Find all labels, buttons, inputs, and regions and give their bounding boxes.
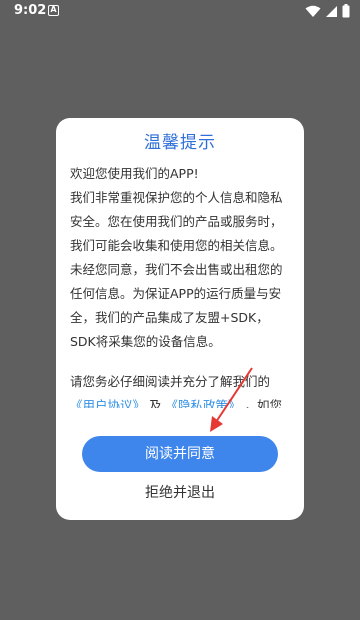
status-time: 9:02 (14, 3, 47, 18)
battery-icon (342, 4, 350, 18)
user-agreement-link[interactable]: 《用户协议》 (70, 398, 145, 408)
signal-icon (326, 5, 337, 17)
wifi-icon (305, 5, 321, 17)
dialog-body-text: 欢迎您使用我们的APP! 我们非常重视保护您的个人信息和隐私安全。您在使用我们的… (70, 166, 283, 349)
exit-button[interactable]: 拒绝并退出 (56, 482, 304, 502)
status-bar: 9:02 A (0, 0, 360, 24)
dialog-title: 温馨提示 (144, 133, 216, 153)
agreement-text: 请您务必仔细阅读并充分了解我们的 《用户协议》 及 《隐私政策》 ，如您同 (70, 370, 292, 408)
status-icons (305, 4, 350, 18)
privacy-policy-link[interactable]: 《隐私政策》 (166, 398, 241, 408)
dialog-scroll-area[interactable]: 欢迎您使用我们的APP! 我们非常重视保护您的个人信息和隐私安全。您在使用我们的… (70, 162, 292, 408)
agreement-prefix: 请您务必仔细阅读并充分了解我们的 (70, 374, 271, 389)
privacy-dialog: 温馨提示 欢迎您使用我们的APP! 我们非常重视保护您的个人信息和隐私安全。您在… (56, 118, 304, 520)
and-text: 及 (149, 398, 162, 408)
notification-icon: A (48, 5, 59, 16)
agree-button[interactable]: 阅读并同意 (82, 436, 278, 472)
